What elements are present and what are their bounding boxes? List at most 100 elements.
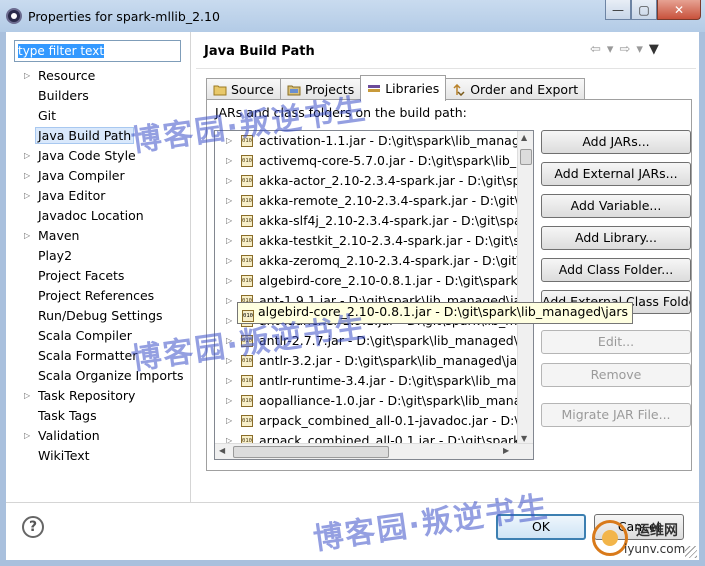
jar-icon: 010 [241, 135, 253, 147]
expand-arrow-icon[interactable]: ▷ [24, 66, 30, 86]
expand-arrow-icon[interactable]: ▷ [226, 171, 232, 191]
tree-item[interactable]: ▷ Resource [14, 66, 189, 86]
tree-item-label: Validation [38, 428, 100, 443]
tree-item[interactable]: Scala Organize Imports [14, 366, 189, 386]
help-icon[interactable]: ? [22, 516, 44, 538]
pane-divider[interactable] [190, 32, 191, 502]
view-menu-icon[interactable]: ▼ [649, 42, 659, 57]
jar-list-item[interactable]: ▷ 010 akka-actor_2.10-2.3.4-spark.jar - D:… [215, 171, 519, 191]
jar-list-item[interactable]: ▷ 010 activemq-core-5.7.0.jar - D:\git\spa… [215, 151, 519, 171]
tree-item[interactable]: Builders [14, 86, 189, 106]
tab-order-and-export[interactable]: Order and Export [445, 78, 586, 100]
add-jars-button[interactable]: Add JARs... [541, 130, 691, 154]
scroll-left-icon[interactable]: ◀ [219, 446, 225, 455]
horizontal-scroll-thumb[interactable] [233, 446, 389, 458]
order-export-icon [452, 83, 466, 96]
tree-item[interactable]: Javadoc Location [14, 206, 189, 226]
jar-icon: 010 [241, 155, 253, 167]
expand-arrow-icon[interactable]: ▷ [226, 411, 232, 431]
jar-list-item[interactable]: ▷ 010 algebird-core_2.10-0.8.1.jar - D:\gi… [215, 271, 519, 291]
expand-arrow-icon[interactable]: ▷ [226, 371, 232, 391]
add-class-folder-button[interactable]: Add Class Folder... [541, 258, 691, 282]
maximize-button[interactable]: ▢ [631, 0, 657, 20]
tree-item[interactable]: ▷ Task Repository [14, 386, 189, 406]
jar-list[interactable]: ▷ 010 activation-1.1.jar - D:\git\spark\li… [214, 130, 534, 460]
jar-list-item[interactable]: ▷ 010 akka-testkit_2.10-2.3.4-spark.jar - … [215, 231, 519, 251]
scroll-right-icon[interactable]: ▶ [503, 446, 509, 455]
tab-projects[interactable]: Projects [279, 78, 362, 100]
expand-arrow-icon[interactable]: ▷ [226, 211, 232, 231]
jar-list-item[interactable]: ▷ 010 akka-remote_2.10-2.3.4-spark.jar - D… [215, 191, 519, 211]
expand-arrow-icon[interactable]: ▷ [226, 151, 232, 171]
tree-item[interactable]: Scala Compiler [14, 326, 189, 346]
tree-item[interactable]: WikiText [14, 446, 189, 466]
preference-tree: ▷ Resource Builders Git Java Build Path ▷ Java… [14, 66, 189, 466]
forward-arrow-icon[interactable]: ⇨ [619, 42, 630, 57]
jar-list-item[interactable]: ▷ 010 activation-1.1.jar - D:\git\spark\li… [215, 131, 519, 151]
tree-item[interactable]: Play2 [14, 246, 189, 266]
tree-item[interactable]: Project Facets [14, 266, 189, 286]
expand-arrow-icon[interactable]: ▷ [24, 146, 30, 166]
tab-label: Libraries [385, 81, 440, 96]
add-variable-button[interactable]: Add Variable... [541, 194, 691, 218]
expand-arrow-icon[interactable]: ▷ [226, 291, 232, 311]
jar-label: antlr-2.7.7.jar - D:\git\spark\lib_manag… [259, 333, 519, 348]
jar-list-item[interactable]: ▷ 010 antlr-2.7.7.jar - D:\git\spark\lib_m… [215, 331, 519, 351]
tree-item[interactable]: Project References [14, 286, 189, 306]
migrate-jar-file-button[interactable]: Migrate JAR File... [541, 403, 691, 427]
remove-button[interactable]: Remove [541, 363, 691, 387]
jar-icon: 010 [242, 310, 254, 322]
tree-item[interactable]: Run/Debug Settings [14, 306, 189, 326]
expand-arrow-icon[interactable]: ▷ [226, 251, 232, 271]
properties-window: Properties for spark-mllib_2.10 — ▢ ✕ ty… [0, 0, 705, 566]
tree-item[interactable]: ▷ Java Code Style [14, 146, 189, 166]
tree-item[interactable]: ▷ Java Editor [14, 186, 189, 206]
tree-item-label: Project References [38, 288, 155, 303]
back-arrow-icon[interactable]: ⇦ [590, 42, 601, 57]
vertical-scroll-thumb[interactable] [520, 149, 532, 165]
tree-item[interactable]: ▷ Maven [14, 226, 189, 246]
expand-arrow-icon[interactable]: ▷ [226, 331, 232, 351]
ok-button[interactable]: OK [496, 514, 586, 540]
expand-arrow-icon[interactable]: ▷ [24, 226, 30, 246]
close-button[interactable]: ✕ [657, 0, 701, 20]
jar-list-item[interactable]: ▷ 010 antlr-3.2.jar - D:\git\spark\lib_man… [215, 351, 519, 371]
jar-list-item[interactable]: ▷ 010 akka-zeromq_2.10-2.3.4-spark.jar - D… [215, 251, 519, 271]
expand-arrow-icon[interactable]: ▷ [226, 131, 232, 151]
expand-arrow-icon[interactable]: ▷ [24, 386, 30, 406]
jar-list-item[interactable]: ▷ 010 arpack_combined_all-0.1-javadoc.jar … [215, 411, 519, 431]
expand-arrow-icon[interactable]: ▷ [226, 191, 232, 211]
tab-source[interactable]: Source [206, 78, 281, 100]
tree-item[interactable]: Task Tags [14, 406, 189, 426]
add-library-button[interactable]: Add Library... [541, 226, 691, 250]
expand-arrow-icon[interactable]: ▷ [24, 186, 30, 206]
tree-item[interactable]: ▷ Java Compiler [14, 166, 189, 186]
add-external-jars-button[interactable]: Add External JARs... [541, 162, 691, 186]
title-bar[interactable]: Properties for spark-mllib_2.10 — ▢ ✕ [0, 0, 705, 32]
tree-item[interactable]: Scala Formatter [14, 346, 189, 366]
vertical-scrollbar[interactable]: ▲ ▼ [517, 131, 533, 445]
expand-arrow-icon[interactable]: ▷ [226, 231, 232, 251]
tab-libraries[interactable]: Libraries [360, 75, 447, 101]
tree-item[interactable]: Java Build Path [14, 126, 189, 146]
horizontal-scrollbar[interactable]: ◀ ▶ [215, 443, 533, 459]
expand-arrow-icon[interactable]: ▷ [226, 311, 232, 331]
jar-list-item[interactable]: ▷ 010 akka-slf4j_2.10-2.3.4-spark.jar - D:… [215, 211, 519, 231]
jar-list-item[interactable]: ▷ 010 antlr-runtime-3.4.jar - D:\git\spark… [215, 371, 519, 391]
scroll-up-icon[interactable]: ▲ [521, 133, 527, 142]
tree-item[interactable]: ▷ Validation [14, 426, 189, 446]
forward-menu-icon[interactable]: ▾ [636, 42, 643, 57]
scroll-down-icon[interactable]: ▼ [521, 434, 527, 443]
expand-arrow-icon[interactable]: ▷ [226, 351, 232, 371]
expand-arrow-icon[interactable]: ▷ [24, 426, 30, 446]
filter-input[interactable]: type filter text [14, 40, 181, 62]
expand-arrow-icon[interactable]: ▷ [226, 271, 232, 291]
expand-arrow-icon[interactable]: ▷ [226, 391, 232, 411]
jar-list-item[interactable]: ▷ 010 aopalliance-1.0.jar - D:\git\spark\l… [215, 391, 519, 411]
tree-item[interactable]: Git [14, 106, 189, 126]
minimize-button[interactable]: — [605, 0, 631, 20]
back-menu-icon[interactable]: ▾ [607, 42, 614, 57]
window-controls: — ▢ ✕ [605, 0, 701, 20]
edit-button[interactable]: Edit... [541, 330, 691, 354]
expand-arrow-icon[interactable]: ▷ [24, 166, 30, 186]
